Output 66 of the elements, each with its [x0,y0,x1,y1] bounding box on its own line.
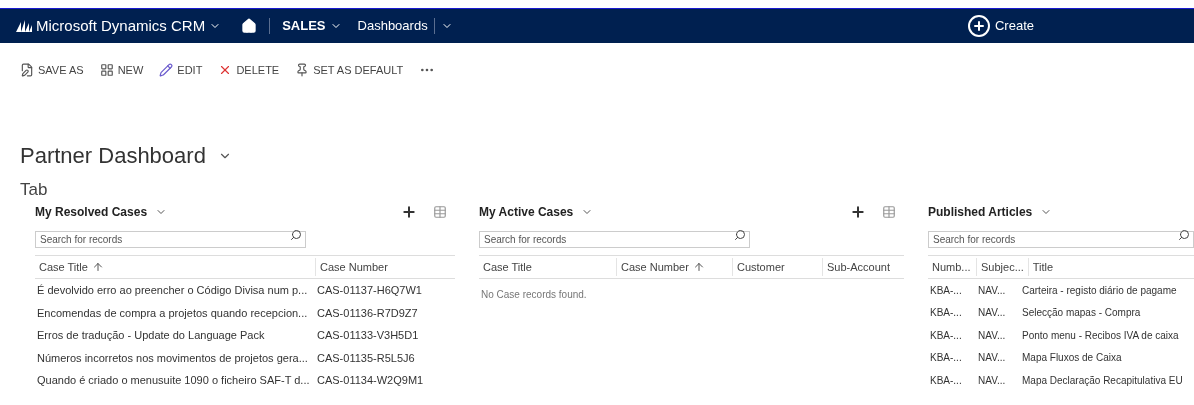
table-cell-text: KBA-... [929,351,963,366]
column-header[interactable]: Subjec... [976,258,1028,276]
column-header[interactable]: Numb... [928,258,976,276]
search-icon[interactable] [734,228,746,241]
table-cell-text: CAS-01133-V3H5D1 [316,328,420,343]
table-cell-text: É devolvido erro ao preencher o Código Divisa num p... [36,283,309,298]
toolbar-button[interactable]: DELETE [218,61,280,79]
home-icon[interactable] [241,18,258,34]
grid-icon [99,63,114,77]
app-title[interactable]: Microsoft Dynamics CRM [36,14,222,38]
table-cell-text: CAS-01134-W2Q9M1 [316,373,425,388]
column-header[interactable]: Customer [732,258,822,276]
column-header[interactable]: Case Title [35,258,315,276]
table-cell-text: KBA-... [929,328,963,343]
table-cell-text: KBA-... [929,306,963,321]
empty-message: No Case records found. [480,288,588,302]
search-icon[interactable] [290,228,302,241]
table-cell-text: Selecção mapas - Compra [1021,306,1142,321]
panel-title[interactable]: Published Articles [928,203,1053,221]
table-cell-text: NAV... [977,306,1007,321]
table-cell-text: Erros de tradução - Update do Language Pack [36,328,266,343]
table-cell-text: NAV... [977,351,1007,366]
table-cell-text: NAV... [977,328,1007,343]
add-icon[interactable] [850,204,866,220]
column-header[interactable]: Case Number [315,258,455,276]
table-cell-text: Mapa Declaração Recapitulativa EU [1021,373,1184,388]
sort-arrow-icon [692,261,705,273]
table-cell-text: CAS-01136-R7D9Z7 [316,305,419,321]
table-cell-text: Quando é criado o menusuite 1090 o ficheiro SAF-T d... [36,373,311,388]
search-icon[interactable] [1178,228,1190,241]
column-header[interactable]: Title [1027,258,1194,276]
panel-title[interactable]: My Resolved Cases [35,203,168,221]
table-cell-text: CAS-01137-H6Q7W1 [316,283,423,298]
column-header[interactable]: Case Title [479,258,616,276]
search-field[interactable]: Search for records [35,231,306,248]
toolbar-button[interactable]: NEW [99,61,144,79]
pin-icon [295,63,310,77]
table-cell-text: KBA-... [929,283,963,298]
section-menu[interactable]: Dashboards [357,16,428,36]
pencil-icon [159,63,174,77]
logo-icon [16,20,32,32]
table-cell-text: NAV... [977,373,1007,388]
create-button[interactable]: Create [966,14,1034,38]
table-cell-text: Encomendas de compra a projetos quando recepcion... [36,305,309,321]
table-cell-text: NAV... [977,283,1007,298]
table-cell-text: Ponto menu - Recibos IVA de caixa [1021,328,1180,343]
save-icon [20,63,34,77]
add-icon[interactable] [401,204,417,220]
toolbar-button[interactable]: EDIT [159,61,203,79]
toolbar-button[interactable]: SET AS DEFAULT [295,61,404,79]
tab-label: Tab [19,179,49,200]
dashboard-title[interactable]: Partner Dashboard [20,139,206,172]
table-cell-text: CAS-01135-R5L5J6 [316,350,416,366]
column-header[interactable]: Sub-Account [822,258,904,276]
column-header[interactable]: Case Number [616,258,732,276]
plus-circle-icon [966,14,991,38]
table-cell-text: Mapa Fluxos de Caixa [1021,351,1123,366]
table-cell-text: KBA-... [929,373,963,388]
panel-title[interactable]: My Active Cases [479,203,594,221]
table-cell-text: Números incorretos nos movimentos de projetos gera... [36,350,309,366]
sort-arrow-icon [91,261,104,273]
table-cell-text: Carteira - registo diário de pagame [1021,283,1178,298]
search-field[interactable]: Search for records [928,231,1194,248]
search-field[interactable]: Search for records [479,231,750,248]
area-menu[interactable]: SALES [282,16,342,36]
toolbar-button[interactable]: SAVE AS [20,61,84,79]
